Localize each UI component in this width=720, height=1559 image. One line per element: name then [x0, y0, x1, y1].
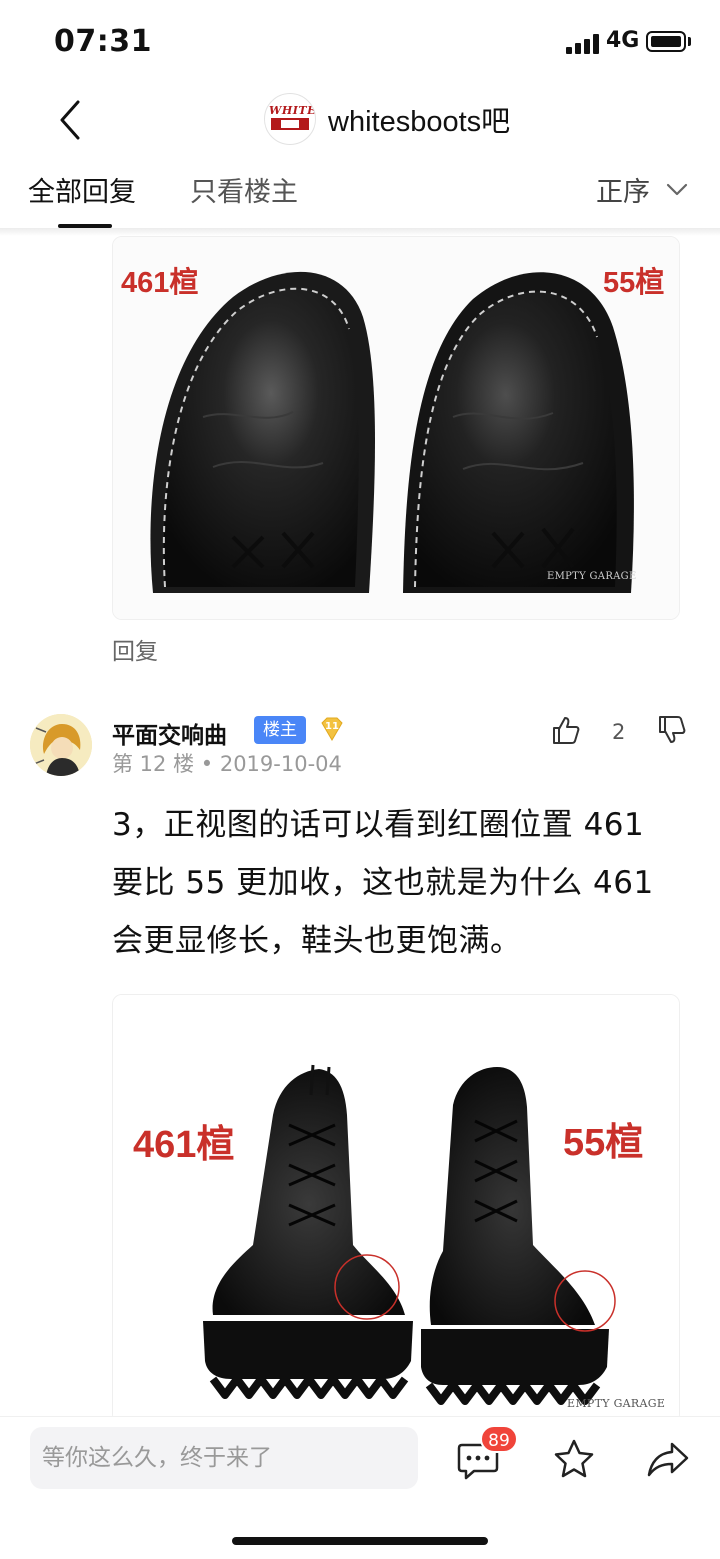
- level-badge: 11: [318, 715, 346, 743]
- image-watermark: EMPTY GARAGE: [567, 1397, 666, 1410]
- nav-bar: WHITES whitesboots吧: [0, 86, 720, 158]
- post-meta: 第 12 楼 • 2019-10-04: [112, 748, 342, 778]
- share-icon[interactable]: [646, 1439, 690, 1479]
- forum-logo: WHITES: [264, 93, 316, 145]
- meta-separator: •: [200, 752, 220, 776]
- back-icon[interactable]: [52, 98, 92, 142]
- bottom-bar: 等你这么久，终于来了 89: [0, 1416, 720, 1559]
- status-time: 07:31: [54, 24, 152, 59]
- status-bar: 07:31 4G: [0, 0, 720, 86]
- op-badge: 楼主: [254, 716, 306, 744]
- user-name[interactable]: 平面交响曲: [112, 716, 227, 750]
- post-date: 2019-10-04: [219, 752, 342, 776]
- comment-line: 3，正视图的话可以看到红圈位置 461: [112, 807, 645, 843]
- chevron-down-icon: [666, 183, 688, 195]
- post-image-toe-comparison[interactable]: 461楦 55楦 EMPTY GARAGE: [112, 236, 680, 620]
- avatar[interactable]: [30, 714, 92, 776]
- battery-icon: [646, 31, 686, 52]
- image-label-55: 55楦: [603, 267, 665, 299]
- post-image-front-comparison[interactable]: 461楦 55楦 EMPTY GARAGE: [112, 994, 680, 1424]
- sort-dropdown[interactable]: 正序: [596, 170, 688, 209]
- signal-icon: [566, 34, 602, 54]
- tab-divider: [0, 228, 720, 236]
- tab-all-replies[interactable]: 全部回复: [28, 170, 136, 209]
- star-icon[interactable]: [552, 1437, 596, 1481]
- tab-op-only[interactable]: 只看楼主: [190, 170, 298, 209]
- forum-title[interactable]: WHITES whitesboots吧: [264, 90, 510, 148]
- boot-front-photo: [113, 995, 679, 1423]
- image-label-461: 461楦: [121, 267, 199, 299]
- tab-bar: 全部回复 只看楼主 正序: [0, 158, 720, 230]
- comment-line: 会更显修长，鞋头也更饱满。: [112, 923, 522, 959]
- image-watermark: EMPTY GARAGE: [547, 571, 637, 582]
- reply-link[interactable]: 回复: [112, 632, 158, 666]
- like-count: 2: [612, 720, 626, 744]
- reply-input[interactable]: 等你这么久，终于来了: [30, 1427, 418, 1489]
- image-label-461: 461楦: [133, 1124, 235, 1166]
- forum-name: whitesboots吧: [328, 106, 511, 138]
- battery-cap: [688, 37, 691, 46]
- network-label: 4G: [606, 28, 640, 53]
- comment-count-badge: 89: [480, 1425, 518, 1453]
- avatar-illustration: [30, 714, 92, 776]
- sort-label: 正序: [596, 177, 650, 208]
- comment-line: 要比 55 更加收，这也就是为什么 461: [112, 865, 654, 901]
- thumbs-down-icon[interactable]: [656, 714, 688, 746]
- thumbs-up-icon[interactable]: [550, 714, 582, 746]
- floor-number: 第 12 楼: [112, 752, 195, 776]
- comment-text: 3，正视图的话可以看到红圈位置 461 要比 55 更加收，这也就是为什么 46…: [112, 796, 692, 970]
- image-label-55: 55楦: [563, 1122, 644, 1164]
- home-indicator: [232, 1537, 488, 1545]
